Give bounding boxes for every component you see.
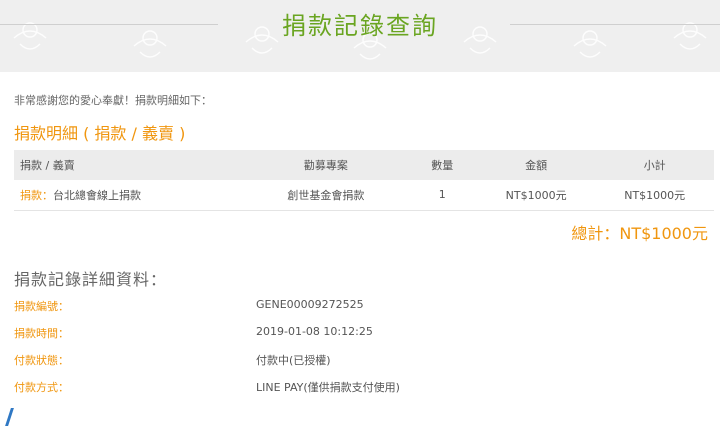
detail-value: GENE00009272525: [256, 298, 364, 311]
donation-type-label: 捐款：: [20, 188, 53, 202]
detail-label: 付款方式：: [14, 381, 69, 394]
page-title: 捐款記錄查詢: [282, 12, 438, 40]
cell-amount: NT$1000元: [505, 188, 567, 202]
table-row: 捐款：台北總會線上捐款 創世基金會捐款 1 NT$1000元 NT$1000元: [14, 180, 714, 210]
page-banner: 捐款記錄查詢: [0, 0, 720, 72]
cell-project: 創世基金會捐款: [287, 188, 365, 202]
column-header-project: 勸募專案: [303, 159, 348, 172]
detail-label: 捐款編號：: [14, 300, 69, 313]
cell-type: 捐款：台北總會線上捐款: [14, 180, 244, 210]
cell-subtotal: NT$1000元: [624, 188, 686, 202]
detail-label: 捐款時間：: [14, 327, 69, 340]
thanks-message: 非常感謝您的愛心奉獻！捐款明細如下：: [14, 94, 212, 107]
stray-mark: [5, 408, 14, 426]
cell-quantity: 1: [438, 188, 446, 202]
column-header-amount: 金額: [525, 159, 548, 172]
table-header-row: 捐款 / 義賣 勸募專案 數量 金額 小計: [14, 150, 714, 180]
detail-label: 付款狀態：: [14, 354, 69, 367]
detail-value: 2019-01-08 10:12:25: [256, 325, 373, 338]
donation-name: 台北總會線上捐款: [53, 188, 141, 202]
donation-details-heading: 捐款明細 ( 捐款 / 義賣 ): [14, 124, 186, 143]
total-amount: 總計：NT$1000元: [571, 224, 708, 243]
record-details-heading: 捐款記錄詳細資料：: [14, 270, 168, 289]
column-header-quantity: 數量: [431, 159, 454, 172]
column-header-type: 捐款 / 義賣: [20, 159, 75, 172]
detail-value: 付款中(已授權): [256, 354, 331, 367]
donation-table: 捐款 / 義賣 勸募專案 數量 金額 小計 捐款：台北總會線上捐款 創世基金會捐…: [14, 150, 714, 211]
column-header-subtotal: 小計: [643, 159, 666, 172]
detail-value: LINE PAY(僅供捐款支付使用): [256, 381, 400, 394]
